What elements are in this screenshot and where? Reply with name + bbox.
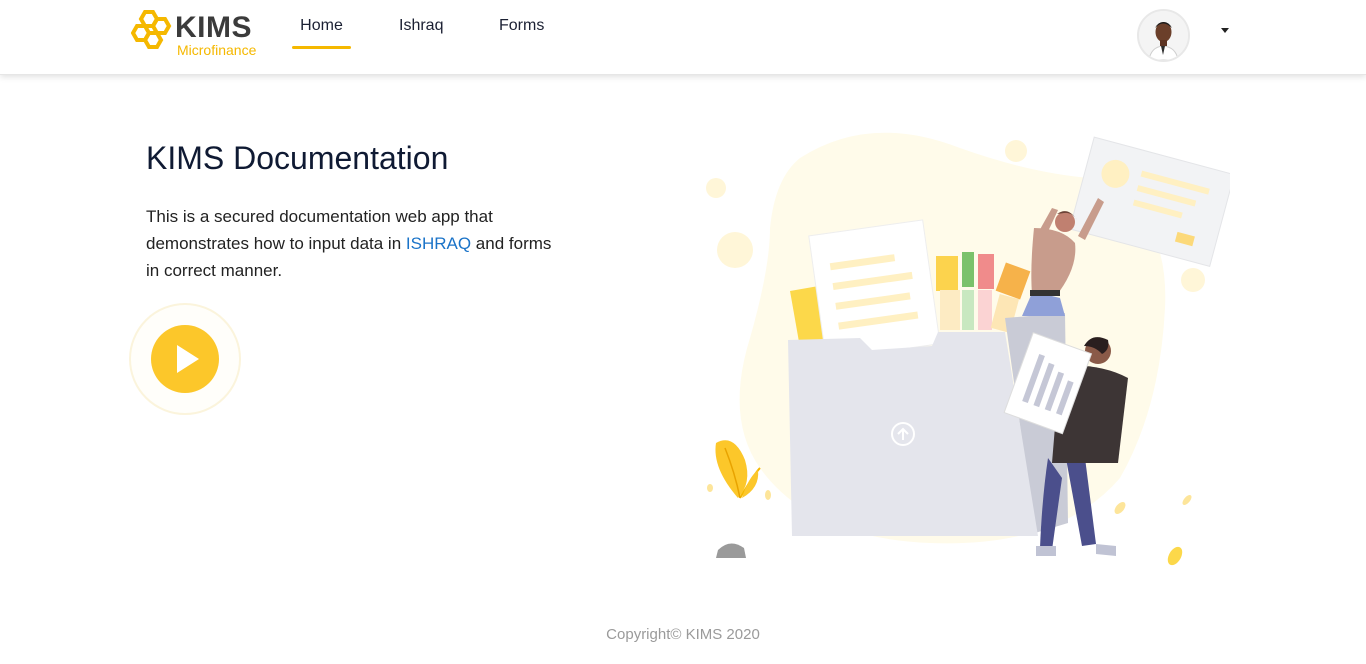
user-menu-caret-icon[interactable] — [1221, 28, 1229, 33]
ishraq-link[interactable]: ISHRAQ — [406, 234, 471, 253]
nav-forms[interactable]: Forms — [499, 17, 544, 35]
nav-home[interactable]: Home — [292, 17, 351, 49]
user-photo-icon — [1139, 11, 1188, 60]
user-avatar[interactable] — [1137, 9, 1190, 62]
logo-text: KIMS — [175, 11, 252, 44]
documents-illustration — [706, 132, 1230, 566]
copyright-footer: Copyright© KIMS 2020 — [606, 626, 760, 643]
top-navbar: KIMS Microfinance Home Ishraq Forms — [0, 0, 1366, 75]
nav-ishraq[interactable]: Ishraq — [399, 17, 443, 35]
play-video-button[interactable] — [151, 325, 219, 393]
page-title: KIMS Documentation — [146, 140, 449, 176]
honeycomb-logo-icon — [131, 10, 172, 49]
logo-subtext: Microfinance — [177, 42, 257, 58]
kims-logo[interactable]: KIMS Microfinance — [131, 9, 261, 59]
page-description: This is a secured documentation web app … — [146, 203, 566, 284]
